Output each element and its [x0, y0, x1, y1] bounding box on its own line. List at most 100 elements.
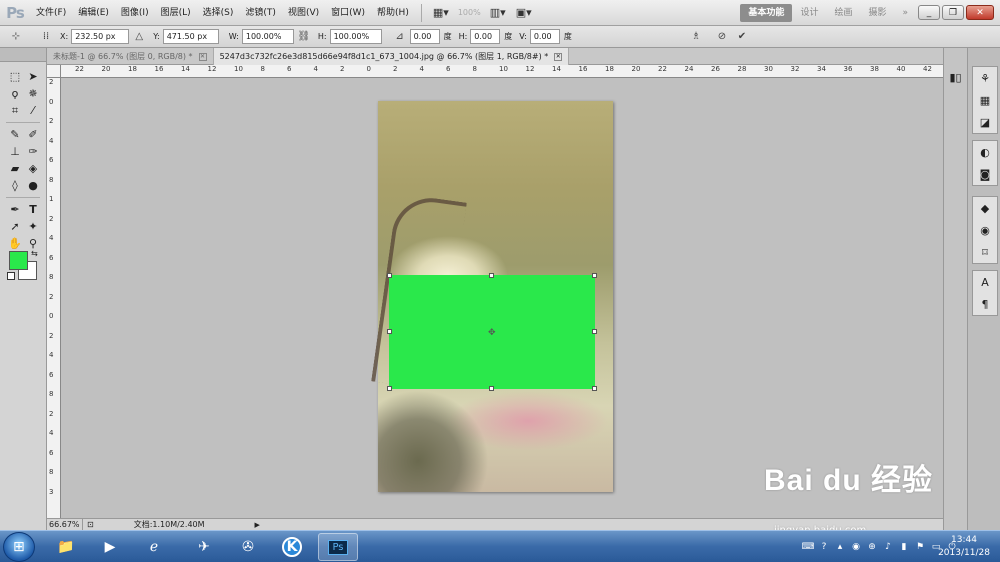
bucket-icon[interactable]: ◈: [24, 161, 42, 177]
transform-handle[interactable]: [489, 386, 494, 391]
eraser-icon[interactable]: ▰: [6, 161, 24, 177]
marquee-icon[interactable]: ⬚: [6, 69, 24, 85]
tab-photo[interactable]: 5247d3c732fc26e3d815d66e94f8d1c1_673_100…: [213, 48, 570, 65]
tray-keyboard-icon[interactable]: ⌨: [801, 542, 815, 552]
minimize-button[interactable]: _: [918, 5, 940, 20]
blur-icon[interactable]: ◊: [6, 178, 24, 194]
tray-app-icon[interactable]: ⊕: [865, 542, 879, 552]
eyedropper-icon[interactable]: ⁄: [24, 103, 42, 119]
screen-mode-icon[interactable]: ▦▾: [428, 4, 454, 22]
taskbar-clock[interactable]: 13:44 2013/11/28: [936, 534, 992, 560]
close-tab-icon[interactable]: ✕: [554, 52, 563, 61]
file-explorer-icon[interactable]: 📁: [46, 533, 86, 561]
transform-handle[interactable]: [592, 273, 597, 278]
foreground-color-swatch[interactable]: [9, 251, 28, 270]
swap-colors-icon[interactable]: ⇆: [31, 249, 38, 258]
crop-icon[interactable]: ⌗: [6, 103, 24, 119]
transform-handle[interactable]: [387, 273, 392, 278]
menu-help[interactable]: 帮助(H): [371, 0, 415, 26]
cancel-transform-icon[interactable]: ⊘: [714, 29, 730, 45]
tray-security-icon[interactable]: ◉: [849, 542, 863, 552]
type-icon[interactable]: T: [24, 202, 42, 218]
k-app-icon[interactable]: K: [272, 533, 312, 561]
transform-handle[interactable]: [489, 273, 494, 278]
history-icon[interactable]: ⚘: [973, 67, 997, 89]
media-player-icon[interactable]: ▶: [90, 533, 130, 561]
arrange-documents-icon[interactable]: ▥▾: [485, 4, 511, 22]
canvas-area[interactable]: ✥: [61, 78, 943, 518]
zoom-level[interactable]: 100%: [454, 8, 485, 17]
menu-filter[interactable]: 滤镜(T): [239, 0, 282, 26]
brush-icon[interactable]: ✐: [24, 127, 42, 143]
menu-select[interactable]: 选择(S): [197, 0, 240, 26]
menu-image[interactable]: 图像(I): [115, 0, 155, 26]
restore-button[interactable]: ❐: [942, 5, 964, 20]
transform-handle[interactable]: [592, 329, 597, 334]
character-icon[interactable]: A: [973, 271, 997, 293]
path-select-icon[interactable]: ➚: [6, 219, 24, 235]
quick-select-icon[interactable]: ✵: [24, 86, 42, 102]
close-button[interactable]: ✕: [966, 5, 994, 20]
history-brush-icon[interactable]: ✑: [24, 144, 42, 160]
transform-handle[interactable]: [387, 329, 392, 334]
bird-app-icon[interactable]: ✈: [184, 533, 224, 561]
paragraph-icon[interactable]: ¶: [973, 293, 997, 315]
dodge-icon[interactable]: ●: [24, 178, 42, 194]
channels-icon[interactable]: ◉: [973, 219, 997, 241]
film-app-icon[interactable]: ✇: [228, 533, 268, 561]
horizontal-ruler[interactable]: 22 20 18 16 14 12 10 8 6 4 2 0 2 4 6 8 10 12 14 16 18 20 22 24 2…: [61, 65, 943, 78]
x-field[interactable]: 232.50 px: [71, 29, 130, 44]
ruler-origin[interactable]: [47, 65, 61, 78]
status-menu-arrow-icon[interactable]: ▶: [255, 521, 260, 529]
transform-handle[interactable]: [592, 386, 597, 391]
workspace-essentials[interactable]: 基本功能: [740, 3, 793, 22]
transform-center-icon[interactable]: ✥: [488, 328, 496, 338]
status-info-icon[interactable]: ⊡: [87, 520, 94, 529]
workspace-painting[interactable]: 绘画: [826, 4, 860, 22]
internet-explorer-icon[interactable]: ℯ: [134, 533, 174, 561]
swatches-icon[interactable]: ▦: [973, 89, 997, 111]
pen-icon[interactable]: ✒: [6, 202, 24, 218]
move-icon[interactable]: ➤: [24, 69, 42, 85]
menu-file[interactable]: 文件(F): [30, 0, 72, 26]
close-tab-icon[interactable]: ✕: [198, 52, 207, 61]
tab-untitled[interactable]: 未标题-1 @ 66.7% (图层 0, RGB/8) * ✕: [47, 48, 214, 65]
hskew-field[interactable]: 0.00: [470, 29, 501, 44]
transform-handle[interactable]: [387, 386, 392, 391]
tray-help-icon[interactable]: ?: [817, 542, 831, 552]
y-field[interactable]: 471.50 px: [162, 29, 219, 44]
default-colors-icon[interactable]: [7, 272, 15, 280]
tray-expand-icon[interactable]: ▴: [833, 542, 847, 552]
workspace-photography[interactable]: 摄影: [860, 4, 894, 22]
toolbox-grip[interactable]: [0, 48, 46, 62]
view-extras-icon[interactable]: ▣▾: [511, 4, 537, 22]
menu-edit[interactable]: 编辑(E): [72, 0, 115, 26]
styles-icon[interactable]: ◪: [973, 111, 997, 133]
angle-field[interactable]: 0.00: [409, 29, 440, 44]
network-icon[interactable]: ▮: [897, 542, 911, 552]
width-field[interactable]: 100.00%: [241, 29, 294, 44]
photoshop-icon[interactable]: Ps: [318, 533, 358, 561]
layers-icon[interactable]: ◆: [973, 197, 997, 219]
menu-layer[interactable]: 图层(L): [155, 0, 197, 26]
shape-icon[interactable]: ✦: [24, 219, 42, 235]
workspace-design[interactable]: 设计: [792, 4, 826, 22]
flag-icon[interactable]: ⚑: [913, 542, 927, 552]
masks-icon[interactable]: ◙: [973, 163, 997, 185]
paths-icon[interactable]: ⌑: [973, 241, 997, 263]
workspace-more-icon[interactable]: »: [894, 4, 916, 22]
stamp-icon[interactable]: ⊥: [6, 144, 24, 160]
reference-point-icon[interactable]: ⁞⁞: [38, 29, 54, 45]
vertical-ruler[interactable]: 2 0 2 4 6 8 1 2 4 6 8 2 0 2 4 6 8 2 4 6 8 3: [47, 78, 61, 518]
height-field[interactable]: 100.00%: [329, 29, 382, 44]
vskew-field[interactable]: 0.00: [529, 29, 560, 44]
link-icon[interactable]: ⛓: [296, 29, 312, 45]
commit-transform-icon[interactable]: ✔: [734, 29, 750, 45]
lasso-icon[interactable]: ϙ: [6, 86, 24, 102]
menu-view[interactable]: 视图(V): [282, 0, 325, 26]
zoom-percentage[interactable]: 66.67%: [47, 518, 83, 531]
warp-icon[interactable]: ♗: [688, 29, 704, 45]
start-button[interactable]: ⊞: [3, 532, 35, 562]
panel-toggle-icon[interactable]: ▮▯: [944, 66, 967, 88]
transform-tool-icon[interactable]: ⊹: [8, 29, 24, 45]
